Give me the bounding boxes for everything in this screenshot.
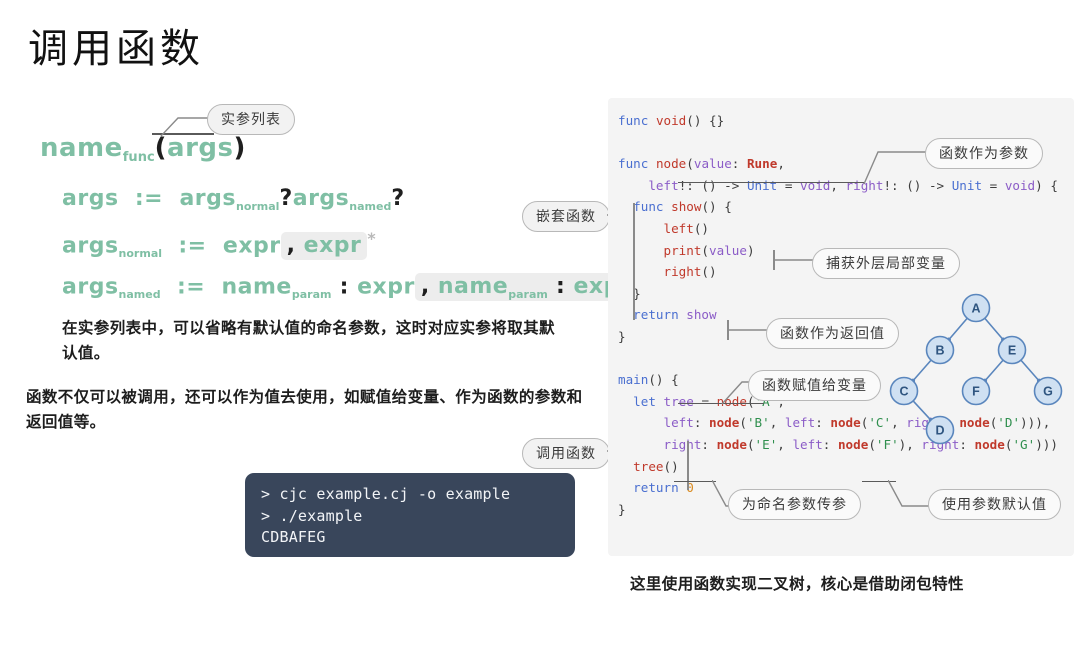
callout-call-function: 调用函数 [522,438,610,469]
grammar-token-expr: expr [303,233,362,259]
caption-suffix: 特性 [932,576,964,593]
grammar-comma: , [286,233,296,259]
tree-edges [910,317,1042,423]
tree-node-G: G [1033,376,1063,406]
grammar-star: * [367,229,377,248]
terminal-line: > ./example [261,506,363,525]
callout-capture-outer-local: 捕获外层局部变量 [812,248,960,279]
callout-pass-named-arg: 为命名参数传参 [728,489,861,520]
function-as-return-leader-line [727,320,768,340]
tree-node-label: D [935,423,944,437]
tree-node-E: E [997,335,1027,365]
grammar-colon: : [339,274,349,300]
terminal-line: > cjc example.cj -o example [261,485,511,503]
tree-node-label: G [1043,384,1053,398]
paragraph-functions-as-values: 函数不仅可以被调用，还可以作为值去使用，如赋值给变量、作为函数的参数和返回值等。 [26,389,583,432]
tree-node-label: C [899,384,908,398]
grammar-sub-func: func [122,150,155,166]
grammar-line-args: args := argsnormal?argsnamed? [62,186,405,213]
tree-edge-A-E [984,317,1004,341]
paragraph-default-named-args: 在实参列表中，可以省略有默认值的命名参数，这时对应实参将取其默认值。 [62,320,555,363]
grammar-token-name: name [40,133,123,163]
grammar-line-args-normal: argsnormal := expr, expr * [62,229,377,261]
grammar-qmark: ? [279,186,293,211]
grammar-sub-named: named [349,199,392,213]
grammar-assign: := [178,233,207,259]
grammar-token-name: name [221,274,292,300]
callout-nested-function: 嵌套函数 [522,201,610,232]
tree-node-label: B [935,343,944,357]
nested-block-marker [633,203,635,320]
grammar-token-args: args [62,233,119,259]
main-block-marker [687,441,689,490]
grammar-sub-param: param [291,287,332,301]
grammar-line-args-named: argsnamed := nameparam : expr, nameparam… [62,270,646,302]
grammar-assign: := [134,186,164,211]
tree-node-C: C [889,376,919,406]
tree-node-D: D [925,415,955,445]
grammar-token-args: args [62,274,119,300]
caption-prefix: 这里使用函数实现二叉树，核心是借助 [630,576,901,593]
terminal-line: CDBAFEG [261,528,326,547]
grammar-colon: : [556,274,566,300]
grammar-sub-normal: normal [235,199,280,213]
tree-node-label: F [972,384,980,398]
grammar-comma: , [420,274,430,300]
tree-edge-A-B [948,317,968,341]
capture-outer-local-leader-line [773,250,814,270]
page-title: 调用函数 [28,26,204,72]
grammar-token-args: args [62,186,119,211]
terminal-output: > cjc example.cj -o example > ./example … [245,473,575,557]
binary-tree-diagram: A B E C F G D [889,293,1063,445]
grammar-token-name: name [437,274,509,300]
callout-function-to-variable: 函数赋值给变量 [748,370,881,401]
tree-node-F: F [961,376,991,406]
tree-edge-E-F [984,359,1004,382]
tree-node-label: A [971,301,980,315]
tree-edge-C-D [912,400,932,421]
grammar-assign: := [176,274,206,300]
grammar-token-expr: expr [357,274,415,300]
callout-function-as-param: 函数作为参数 [925,138,1043,169]
tree-edge-E-G [1020,359,1040,382]
grammar-sub-normal: normal [118,246,163,260]
function-as-param-leader-line [863,151,930,185]
callout-arg-list: 实参列表 [207,104,295,135]
grammar-token-args: args [179,186,236,211]
tree-caption: 这里使用函数实现二叉树，核心是借助闭包特性 [630,572,964,594]
grammar-repeat-group: , expr [280,232,368,261]
grammar-token-expr: expr [222,233,281,259]
function-as-param-underline [678,182,864,183]
grammar-sub-named: named [118,287,161,301]
tree-node-A: A [961,293,991,323]
grammar-token-args: args [292,186,350,211]
grammar-sub-param: param [508,287,548,301]
tree-node-label: E [1008,343,1016,357]
tree-node-B: B [925,335,955,365]
tree-edge-B-C [912,359,932,382]
caption-bold: 闭包 [900,576,933,593]
use-default-value-leader-line [888,480,930,507]
pass-named-arg-underline [674,481,716,482]
tree-nodes: A B E C F G D [889,293,1063,445]
callout-use-default-value: 使用参数默认值 [928,489,1061,520]
grammar-repeat-group: , nameparam : expr [414,273,638,302]
grammar-qmark: ? [391,186,405,211]
